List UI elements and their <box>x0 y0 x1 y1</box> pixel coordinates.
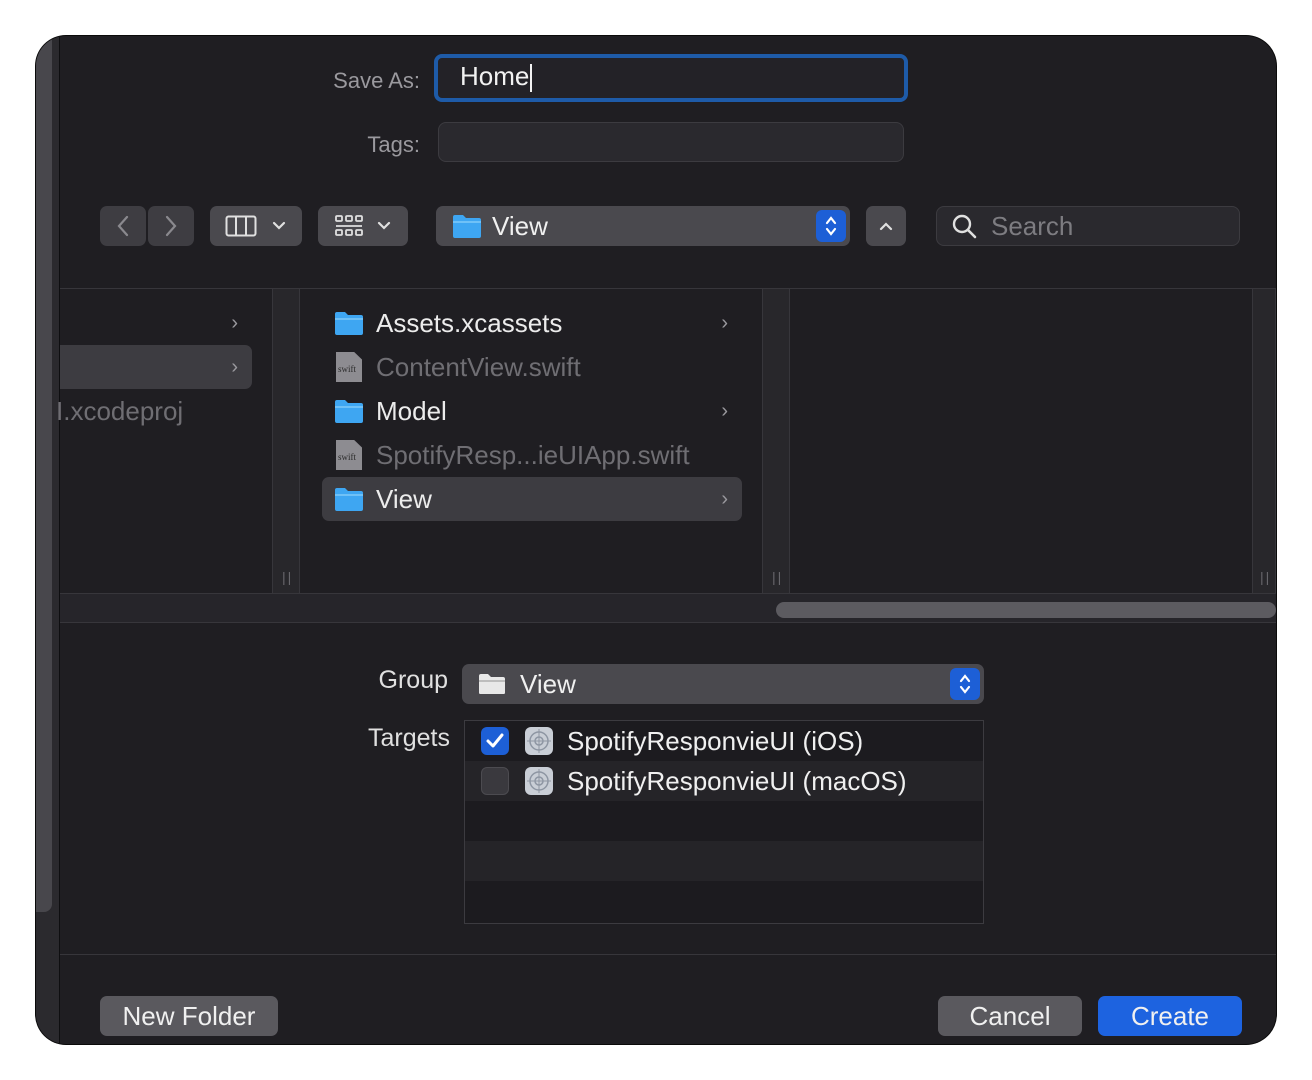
column-divider[interactable]: || <box>762 289 790 593</box>
grid-icon <box>335 215 363 236</box>
browser-row-view-selected[interactable]: View › <box>322 477 742 521</box>
swift-file-icon: swift <box>336 440 362 470</box>
target-checkbox-ios[interactable] <box>481 727 509 755</box>
checkmark-icon <box>486 733 504 748</box>
chevron-right-icon <box>165 215 177 237</box>
chevron-up-icon <box>879 222 893 231</box>
resize-grip-icon: || <box>1260 569 1272 585</box>
view-mode-button[interactable] <box>210 206 302 246</box>
group-label: Group <box>378 666 448 694</box>
folder-icon <box>453 215 481 238</box>
search-placeholder: Search <box>991 210 1074 241</box>
horizontal-scrollbar-thumb[interactable] <box>776 602 1276 618</box>
group-popup[interactable]: View <box>462 664 984 704</box>
browser-col1-row-selected[interactable]: › <box>60 345 252 389</box>
column-divider[interactable]: || <box>272 289 300 593</box>
chevron-right-icon: › <box>721 312 728 334</box>
forward-button[interactable] <box>148 206 194 246</box>
left-scroll-strip <box>36 36 60 1044</box>
cancel-button[interactable]: Cancel <box>938 996 1082 1036</box>
chevron-down-icon <box>377 221 391 230</box>
target-row-macos[interactable]: SpotifyResponvieUI (macOS) <box>465 761 983 801</box>
target-row-empty <box>465 881 983 923</box>
location-label: View <box>492 210 548 241</box>
app-target-icon <box>525 767 553 795</box>
tags-field[interactable] <box>438 122 904 162</box>
text-caret <box>530 64 533 93</box>
xcodeproj-label: I.xcodeproj <box>56 395 184 426</box>
save-dialog: Save As: Home Tags: View Search › › I.xc… <box>36 36 1276 1044</box>
chevron-right-icon: › <box>231 356 238 378</box>
chevron-left-icon <box>117 215 129 237</box>
search-field[interactable]: Search <box>936 206 1240 246</box>
column-browser: › › I.xcodeproj || Assets.xcassets › swi… <box>56 288 1276 624</box>
target-row-empty <box>465 801 983 841</box>
chevron-right-icon: › <box>231 312 238 334</box>
browser-col1-row[interactable]: I.xcodeproj <box>56 389 252 433</box>
save-as-label: Save As: <box>333 68 420 93</box>
group-value: View <box>520 668 576 699</box>
back-button[interactable] <box>100 206 146 246</box>
targets-label: Targets <box>368 724 450 752</box>
browser-row-appswift[interactable]: swift SpotifyResp...ieUIApp.swift <box>322 433 742 477</box>
horizontal-scrollbar[interactable] <box>60 593 1276 623</box>
expand-collapse-button[interactable] <box>866 206 906 246</box>
chevron-right-icon: › <box>721 488 728 510</box>
section-divider <box>60 622 1276 623</box>
stepper-icon <box>950 668 980 700</box>
browser-row-assets[interactable]: Assets.xcassets › <box>322 301 742 345</box>
swift-file-icon: swift <box>336 352 362 382</box>
target-row-ios[interactable]: SpotifyResponvieUI (iOS) <box>465 721 983 761</box>
stepper-icon <box>816 210 846 242</box>
browser-row-contentview[interactable]: swift ContentView.swift <box>322 345 742 389</box>
chevron-down-icon <box>272 221 286 230</box>
target-label-macos: SpotifyResponvieUI (macOS) <box>567 765 907 796</box>
folder-icon <box>335 400 363 423</box>
resize-grip-icon: || <box>772 569 784 585</box>
target-checkbox-macos[interactable] <box>481 767 509 795</box>
search-icon <box>952 214 977 239</box>
group-mode-button[interactable] <box>318 206 408 246</box>
columns-view-icon <box>225 215 257 237</box>
new-folder-button[interactable]: New Folder <box>100 996 278 1036</box>
column-divider[interactable]: || <box>1252 289 1276 593</box>
browser-row-model[interactable]: Model › <box>322 389 742 433</box>
folder-icon <box>335 488 363 511</box>
section-divider <box>60 954 1276 955</box>
save-as-value: Home <box>460 61 530 91</box>
folder-icon <box>479 674 505 694</box>
targets-list: SpotifyResponvieUI (iOS) SpotifyResponvi… <box>464 720 984 924</box>
create-button[interactable]: Create <box>1098 996 1242 1036</box>
resize-grip-icon: || <box>282 569 294 585</box>
tags-label: Tags: <box>367 132 420 157</box>
location-popup[interactable]: View <box>436 206 850 246</box>
browser-col1-row[interactable]: › <box>60 301 252 345</box>
target-label-ios: SpotifyResponvieUI (iOS) <box>567 725 864 756</box>
save-as-field[interactable]: Home <box>434 54 908 102</box>
folder-icon <box>335 312 363 335</box>
vertical-scrollbar-thumb[interactable] <box>36 36 52 912</box>
app-target-icon <box>525 727 553 755</box>
target-row-empty <box>465 841 983 881</box>
chevron-right-icon: › <box>721 400 728 422</box>
